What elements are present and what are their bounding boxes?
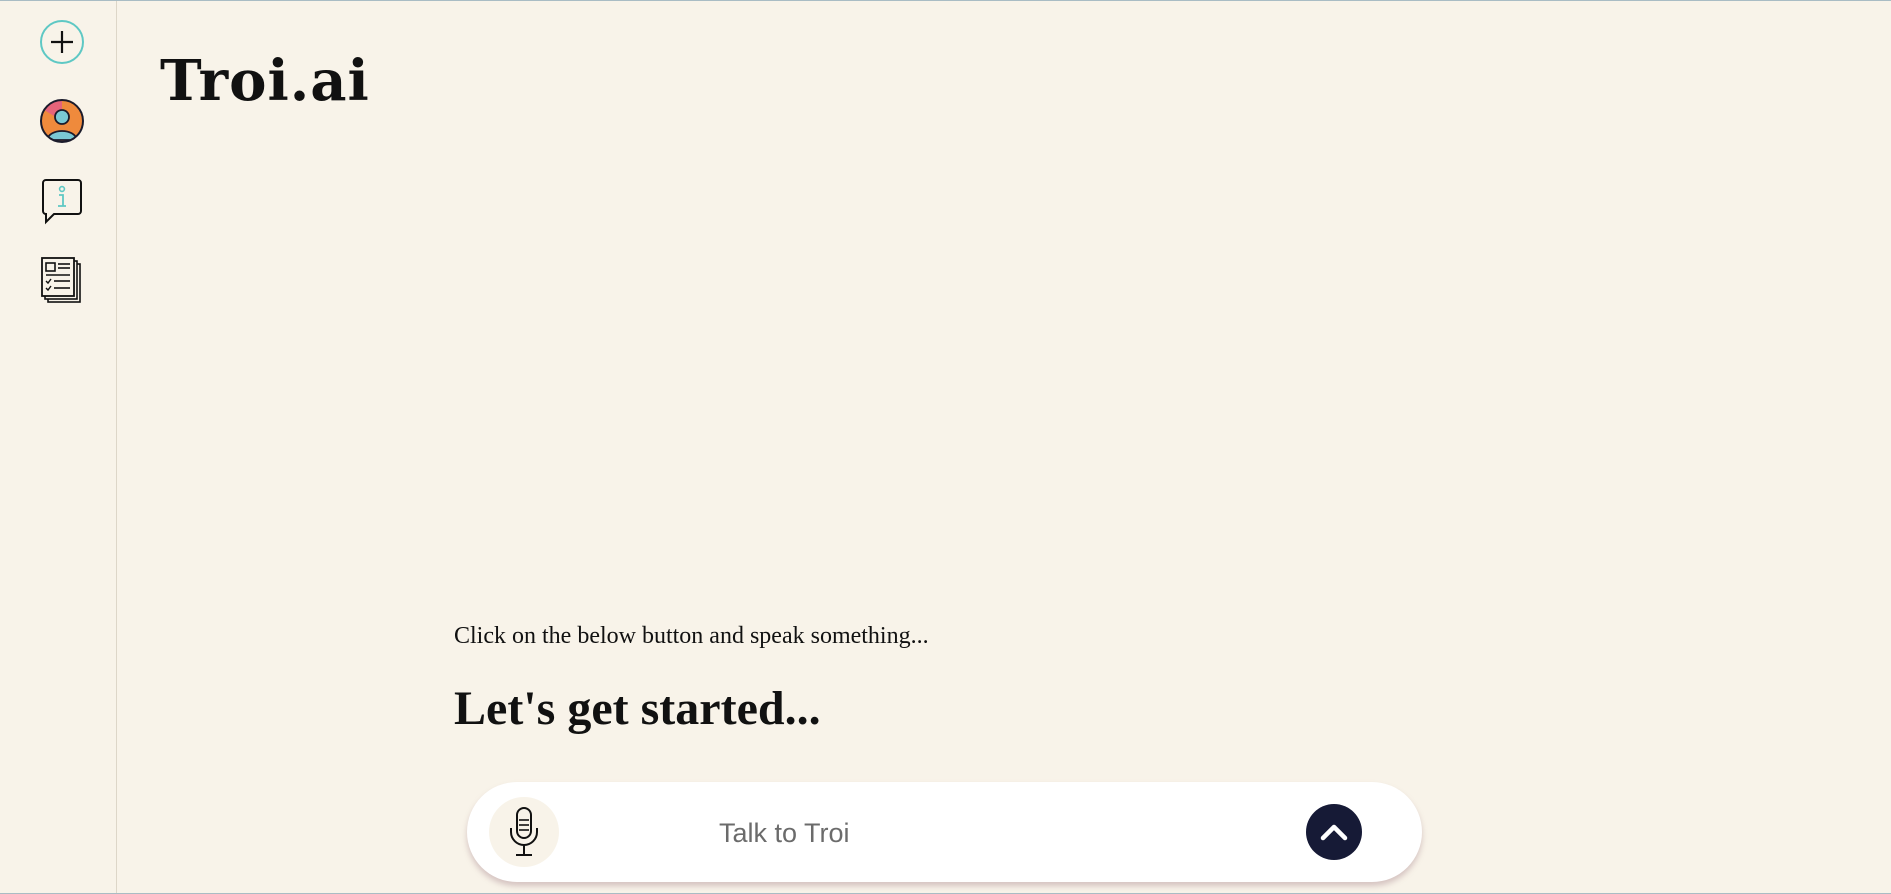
microphone-button[interactable] — [489, 797, 559, 867]
user-avatar-icon — [40, 99, 84, 143]
news-button[interactable] — [38, 256, 86, 304]
new-chat-button[interactable] — [38, 18, 86, 66]
talk-input[interactable] — [717, 807, 1221, 859]
profile-button[interactable] — [38, 97, 86, 145]
brand-logo: Troi.ai — [160, 48, 370, 114]
talk-input-bar — [467, 782, 1422, 882]
plus-circle-icon — [40, 20, 84, 64]
page-title: Let's get started... — [454, 682, 821, 735]
microphone-icon — [510, 807, 538, 856]
info-chat-icon — [42, 179, 82, 225]
news-checklist-icon — [41, 257, 81, 303]
info-button[interactable] — [38, 177, 86, 225]
chevron-up-icon — [1320, 824, 1348, 841]
instruction-text: Click on the below button and speak some… — [454, 623, 929, 649]
app-window: Troi.ai Click on the below button and sp… — [0, 0, 1891, 894]
sidebar — [0, 1, 117, 893]
send-button[interactable] — [1306, 804, 1362, 860]
